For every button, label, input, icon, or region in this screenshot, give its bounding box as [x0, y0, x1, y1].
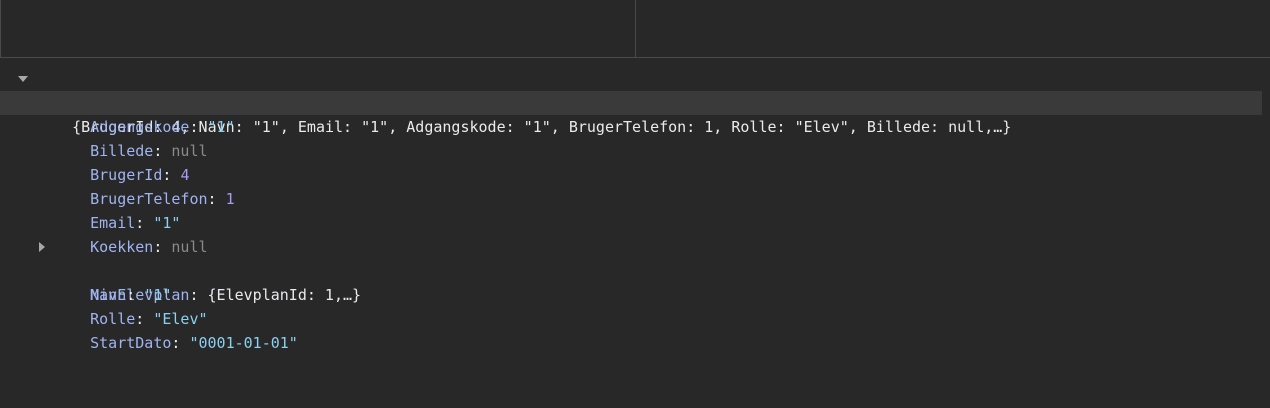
- property-value: "0001-01-01": [189, 334, 298, 352]
- property-row-rolle[interactable]: Rolle: "Elev": [0, 283, 1270, 328]
- property-row-email[interactable]: Email: "1": [0, 187, 1270, 232]
- triangle-right-icon[interactable]: [39, 242, 45, 252]
- property-row-navn[interactable]: Navn: "1": [0, 259, 1270, 304]
- property-separator: :: [171, 334, 190, 352]
- object-summary-row[interactable]: {BrugerId: 4, Navn: "1", Email: "1", Adg…: [0, 67, 1270, 136]
- top-panel-area: [0, 0, 1270, 58]
- property-row-billede[interactable]: Billede: null: [0, 115, 1270, 160]
- property-key: StartDato: [90, 334, 172, 352]
- panel-left-border: [0, 0, 1, 57]
- panel-divider[interactable]: [635, 0, 636, 57]
- property-row-koekken[interactable]: Koekken: null: [0, 211, 1270, 256]
- property-row-adgangskode[interactable]: Adgangskode: "1": [0, 91, 1262, 136]
- triangle-down-icon[interactable]: [18, 76, 28, 82]
- property-row-startdato[interactable]: StartDato: "0001-01-01": [0, 307, 1270, 352]
- property-row-brugertelefon[interactable]: BrugerTelefon: 1: [0, 163, 1270, 208]
- property-row-brugerid[interactable]: BrugerId: 4: [0, 139, 1270, 184]
- property-row-minelevplan[interactable]: MinElevplan: {ElevplanId: 1,…}: [0, 235, 1270, 304]
- object-tree: {BrugerId: 4, Navn: "1", Email: "1", Adg…: [0, 67, 1270, 352]
